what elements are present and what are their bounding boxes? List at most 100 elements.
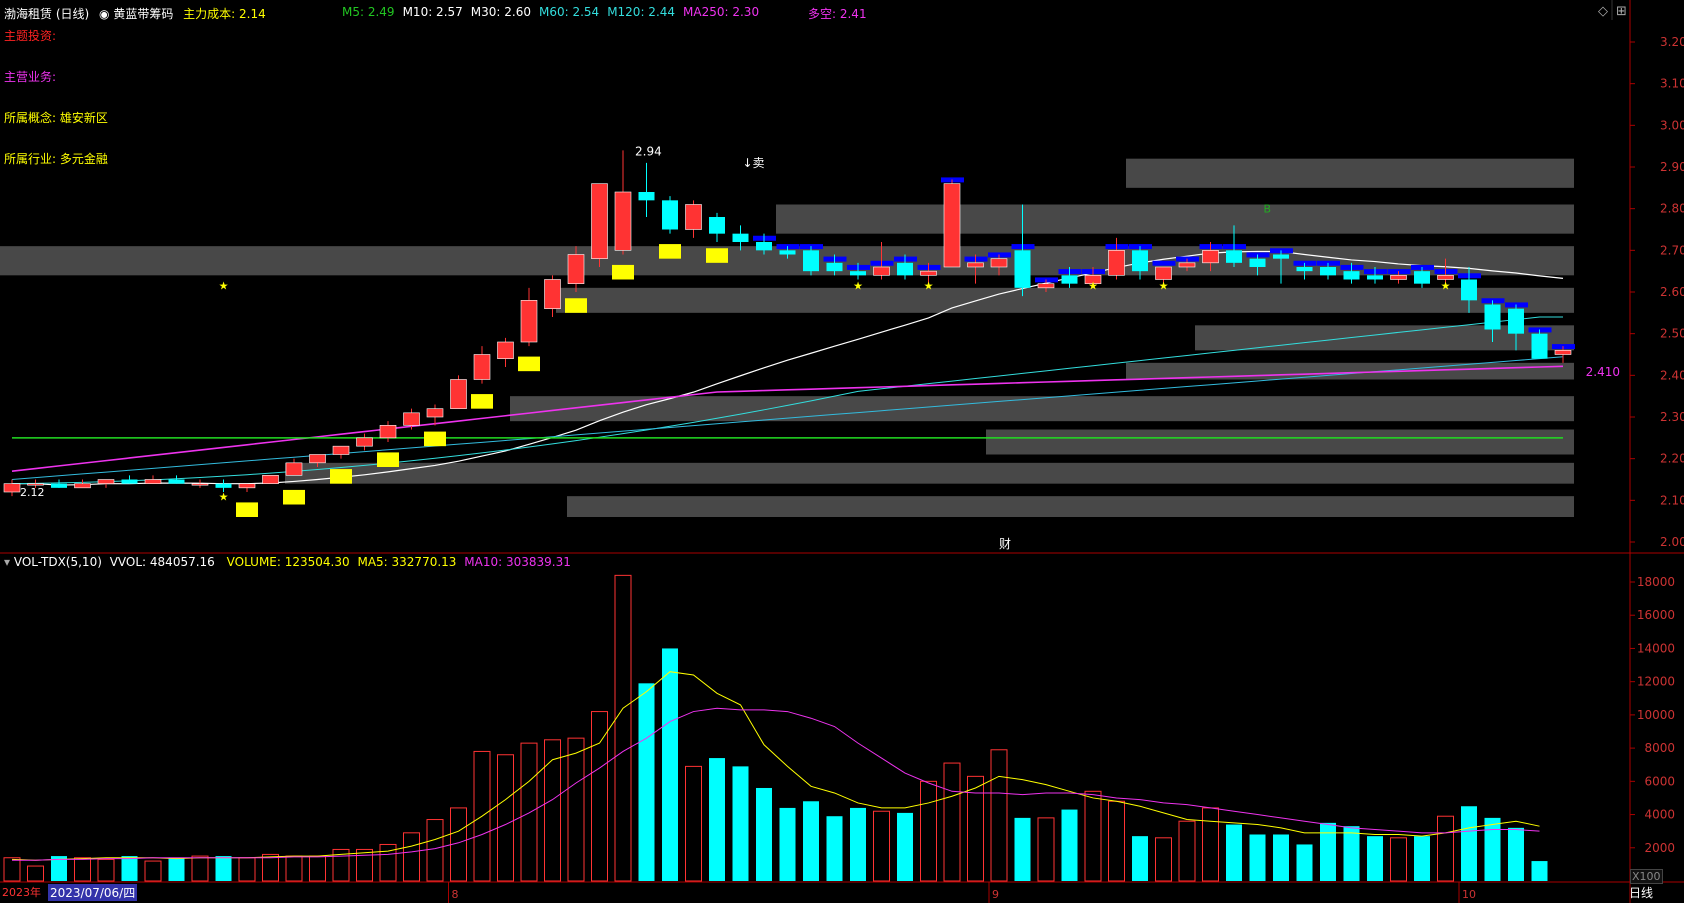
volume-bar [990, 749, 1008, 882]
candle-body [1273, 254, 1289, 259]
concept-value: 雄安新区 [59, 111, 108, 125]
chip-zone [285, 462, 1574, 484]
indicator-name[interactable]: 黄蓝带筹码 [113, 7, 173, 21]
volume-bar [943, 762, 961, 882]
volume-bar [1202, 807, 1219, 882]
star-marker: ★ [219, 490, 229, 503]
volume-bar [97, 858, 115, 882]
volume-bar [309, 855, 326, 882]
candle-body [215, 483, 232, 488]
volume-bar [638, 683, 655, 881]
candle-body [1061, 275, 1078, 284]
price-tick-label: 2.70 [1660, 243, 1684, 257]
period-label[interactable]: 日线 [1629, 884, 1653, 901]
star-marker: ★ [1441, 280, 1451, 293]
chip-zone [510, 396, 1574, 422]
volume-bar [1484, 817, 1501, 881]
stock-title[interactable]: 渤海租赁 (日线) [4, 7, 89, 21]
ma-value-1: M10: 2.57 [402, 5, 463, 19]
diamond-icon[interactable]: ◇ [1598, 4, 1608, 19]
star-marker: ★ [924, 280, 934, 293]
candle-body [379, 425, 397, 439]
sell-signal-label: ↓卖 [743, 156, 765, 170]
chip-zone [567, 496, 1574, 517]
volume-bar [756, 787, 772, 881]
volume-bar [1226, 824, 1242, 881]
volume-ma5-line [11, 671, 1540, 861]
candle-body [238, 483, 256, 489]
price-tick-label: 2.40 [1660, 368, 1684, 382]
price-tick-label: 3.20 [1660, 35, 1684, 49]
buy-signal-label: B [1264, 203, 1272, 216]
candle-body [567, 254, 585, 284]
star-marker: ★ [1088, 280, 1098, 293]
yellow-band-block [612, 264, 634, 280]
volume-bar [1367, 836, 1383, 881]
ma-value-4: M120: 2.44 [607, 5, 676, 19]
candle-body [285, 462, 303, 476]
main-cost-value: 2.14 [239, 7, 266, 21]
low-price-label: 2.12 [20, 486, 45, 499]
volume-ma10-value: MA10: 303839.31 [464, 555, 571, 569]
price-tick-label: 2.10 [1660, 493, 1684, 507]
volume-bar [567, 737, 585, 882]
volume-bar [426, 819, 444, 882]
volume-bar [1320, 822, 1336, 881]
price-tick-label: 2.80 [1660, 202, 1684, 216]
multiplier-label: X100 [1630, 869, 1663, 884]
volume-bar [1508, 827, 1524, 881]
candle-body [873, 266, 890, 276]
volume-bar [873, 810, 890, 882]
yellow-band-block [236, 502, 258, 517]
candle-body [1414, 271, 1430, 284]
candle-body [262, 475, 279, 484]
candle-body [191, 483, 209, 486]
candle-body [614, 191, 632, 251]
volume-bar [826, 816, 843, 881]
candle-body [1132, 250, 1148, 272]
volume-bar [1014, 817, 1031, 881]
star-marker: ★ [219, 280, 229, 293]
candle-body [1531, 333, 1548, 359]
volume-bar [544, 739, 561, 882]
candle-body [1226, 250, 1242, 263]
volume-bar [144, 860, 162, 882]
volume-bar [1108, 800, 1125, 882]
theme-label: 主题投资: [4, 29, 57, 43]
volume-bar [497, 754, 514, 882]
ma-value-5: MA250: 2.30 [683, 5, 760, 19]
last-price-label: 2.410 [1586, 365, 1620, 379]
volume-bar [1249, 834, 1266, 881]
volume-bar [121, 856, 138, 881]
chip-zone [1126, 158, 1574, 188]
candle-body [756, 242, 772, 251]
window-icon[interactable]: ⊞ [1616, 4, 1627, 19]
star-marker: ★ [1159, 280, 1169, 293]
candle-body [826, 262, 843, 272]
chip-zone [556, 287, 1574, 313]
volume-bar [803, 801, 819, 881]
volume-bar [850, 807, 866, 881]
star-marker: ★ [853, 280, 863, 293]
volume-bar [1178, 820, 1196, 882]
candle-body [1484, 304, 1501, 330]
volume-indicator-name[interactable]: VOL-TDX(5,10) [14, 555, 102, 569]
volume-bar [1414, 836, 1430, 881]
candle-body [943, 183, 961, 268]
volume-bar [1061, 809, 1078, 881]
candle-body [732, 233, 749, 242]
collapse-icon[interactable]: ▾ [4, 555, 10, 569]
dropdown-icon[interactable]: ◉ [99, 7, 109, 21]
ma-value-0: M5: 2.49 [342, 5, 395, 19]
header-bar: 渤海租赁 (日线) ◉ 黄蓝带筹码 主力成本: 2.14 [4, 5, 266, 22]
candle-body [473, 354, 491, 380]
price-tick-label: 2.50 [1660, 327, 1684, 341]
volume-bar [191, 855, 209, 882]
chip-zone [776, 204, 1574, 234]
yellow-band-block [330, 469, 352, 484]
candle-body [51, 483, 67, 488]
price-tick-label: 2.20 [1660, 452, 1684, 466]
volume-bar [685, 765, 702, 882]
ma-value-2: M30: 2.60 [470, 5, 531, 19]
concept-row: 所属概念: 雄安新区 [4, 109, 108, 126]
